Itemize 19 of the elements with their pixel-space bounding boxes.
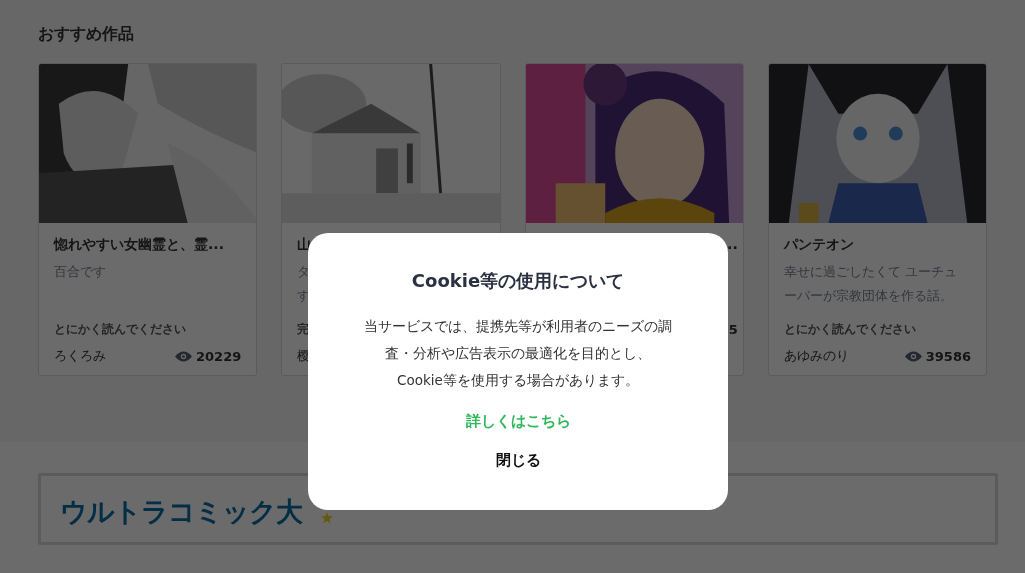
details-link[interactable]: 詳しくはこちら bbox=[465, 411, 571, 431]
card-author: あゆみのり bbox=[783, 347, 849, 365]
banner-logo: ウルトラコミック大 bbox=[60, 495, 302, 529]
view-count: 5 bbox=[728, 322, 738, 337]
star-icon bbox=[321, 512, 333, 524]
card-title: 惚れやすい女幽霊と、霊... bbox=[54, 235, 224, 254]
eye-icon bbox=[175, 350, 192, 362]
view-count: 39586 bbox=[925, 348, 971, 364]
close-button[interactable]: 閉じる bbox=[487, 449, 549, 472]
card-title: .. bbox=[727, 235, 738, 254]
card-tag: 完 bbox=[297, 321, 310, 337]
eye-icon bbox=[904, 350, 922, 362]
section-title: おすすめ作品 bbox=[38, 23, 135, 45]
view-count: 20229 bbox=[196, 348, 242, 364]
card-description: タ bbox=[297, 263, 311, 281]
card-title: パンテオン bbox=[783, 235, 854, 254]
card-tag: とにかく読んでください bbox=[54, 321, 186, 337]
card-tag: とにかく読んでください bbox=[783, 321, 916, 337]
card-author: ろくろみ bbox=[54, 347, 106, 365]
